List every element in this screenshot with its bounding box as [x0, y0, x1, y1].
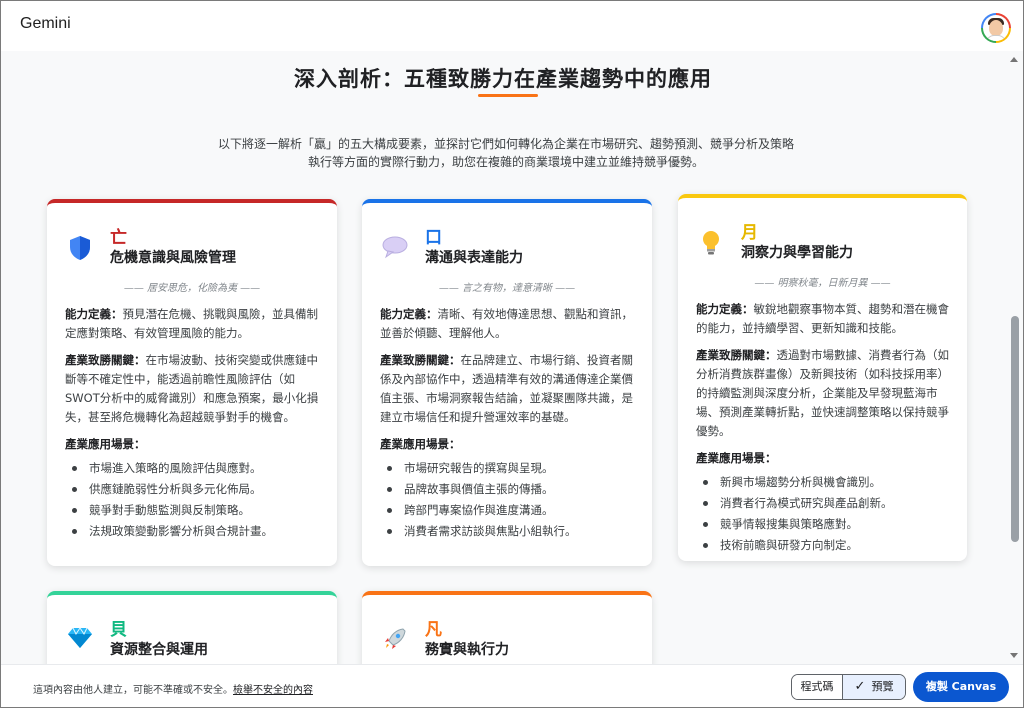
card-execution: 凡 務實與執行力 [362, 591, 652, 664]
list-item: 新興市場趨勢分析與機會識別。 [696, 472, 951, 493]
card-scenario-label: 產業應用場景： [380, 437, 461, 451]
card-char: 凡 [425, 620, 442, 640]
card-title: 溝通與表達能力 [425, 250, 523, 266]
card-definition: 能力定義：預見潛在危機、挑戰與風險，並具備制定應對策略、有效管理風險的能力。 [65, 307, 318, 340]
card-key: 產業致勝關鍵：在品牌建立、市場行銷、投資者關係及內部協作中，透過精準有效的溝通傳… [380, 353, 633, 424]
card-key: 產業致勝關鍵：在市場波動、技術突變或供應鏈中斷等不確定性中，能透過前瞻性風險評估… [65, 353, 319, 424]
list-item: 市場進入策略的風險評估與應對。 [65, 458, 321, 479]
list-item: 消費者行為模式研究與產品創新。 [696, 493, 951, 514]
canvas-preview: 深入剖析：五種致勝力在產業趨勢中的應用 以下將逐一解析「贏」的五大構成要素，並探… [1, 51, 1023, 664]
card-title: 洞察力與學習能力 [741, 245, 853, 261]
scenario-list: 市場進入策略的風險評估與應對。 供應鏈脆弱性分析與多元化佈局。 競爭對手動態監測… [65, 458, 321, 542]
card-title: 務實與執行力 [425, 642, 509, 658]
list-item: 法規政策變動影響分析與合規計畫。 [65, 521, 321, 542]
view-toggle: 程式碼 ✓ 預覽 [791, 674, 906, 700]
list-item: 技術前瞻與研發方向制定。 [696, 535, 951, 556]
speech-bubble-icon [382, 235, 408, 261]
copy-canvas-button[interactable]: 複製 Canvas [913, 672, 1009, 702]
scenario-list: 市場研究報告的撰寫與呈現。 品牌故事與價值主張的傳播。 跨部門專案協作與進度溝通… [380, 458, 636, 542]
card-motto: —— 言之有物，達意清晰 —— [438, 283, 576, 294]
scroll-down-arrow-icon[interactable] [1010, 653, 1018, 658]
shield-icon [67, 235, 93, 261]
card-key: 產業致勝關鍵：透過對市場數據、消費者行為（如分析消費族群畫像）及新興技術（如科技… [696, 348, 949, 438]
app-brand[interactable]: Gemini [20, 15, 71, 33]
intro-text: 以下將逐一解析「贏」的五大構成要素，並探討它們如何轉化為企業在市場研究、趨勢預測… [217, 137, 794, 169]
bottom-bar: 這項內容由他人建立，可能不準確或不安全。檢舉不安全的內容 程式碼 ✓ 預覽 複製 … [1, 664, 1023, 707]
scrollbar[interactable] [1005, 51, 1023, 664]
lightbulb-icon [698, 230, 724, 256]
avatar[interactable] [981, 13, 1011, 43]
gem-icon [67, 627, 93, 653]
list-item: 供應鏈脆弱性分析與多元化佈局。 [65, 479, 321, 500]
card-title: 危機意識與風險管理 [110, 250, 236, 266]
list-item: 競爭對手動態監測與反制策略。 [65, 500, 321, 521]
scenario-list: 新興市場趨勢分析與機會識別。 消費者行為模式研究與產品創新。 競爭情報搜集與策略… [696, 472, 951, 556]
card-char: 貝 [110, 620, 127, 640]
card-title: 資源整合與運用 [110, 642, 208, 658]
report-link[interactable]: 檢舉不安全的內容 [233, 685, 313, 696]
top-bar: Gemini [1, 1, 1023, 51]
card-char: 口 [425, 228, 442, 248]
card-definition: 能力定義：清晰、有效地傳達思想、觀點和資訊，並善於傾聽、理解他人。 [380, 307, 633, 340]
card-char: 亡 [110, 228, 127, 248]
card-communication: 口 溝通與表達能力 —— 言之有物，達意清晰 —— 能力定義：清晰、有效地傳達思… [362, 199, 652, 566]
card-resource-integration: 貝 資源整合與運用 [47, 591, 337, 664]
code-tab[interactable]: 程式碼 [792, 675, 842, 699]
card-scenario-label: 產業應用場景： [65, 437, 146, 451]
scroll-thumb[interactable] [1011, 316, 1019, 542]
list-item: 競爭情報搜集與策略應對。 [696, 514, 951, 535]
section-title: 深入剖析：五種致勝力在產業趨勢中的應用 [294, 67, 712, 91]
list-item: 品牌故事與價值主張的傳播。 [380, 479, 636, 500]
title-underline [478, 94, 538, 97]
card-motto: —— 居安思危，化險為夷 —— [123, 283, 261, 294]
scroll-up-arrow-icon[interactable] [1010, 57, 1018, 62]
card-risk-management: 亡 危機意識與風險管理 —— 居安思危，化險為夷 —— 能力定義：預見潛在危機、… [47, 199, 337, 566]
preview-tab[interactable]: ✓ 預覽 [842, 675, 905, 699]
rocket-icon [382, 627, 408, 653]
card-scenario-label: 產業應用場景： [696, 451, 777, 465]
card-char: 月 [741, 223, 758, 243]
card-definition: 能力定義：敏銳地觀察事物本質、趨勢和潛在機會的能力，並持續學習、更新知識和技能。 [696, 302, 949, 335]
list-item: 消費者需求訪談與焦點小組執行。 [380, 521, 636, 542]
card-insight-learning: 月 洞察力與學習能力 —— 明察秋毫，日新月異 —— 能力定義：敏銳地觀察事物本… [678, 194, 967, 561]
list-item: 跨部門專案協作與進度溝通。 [380, 500, 636, 521]
card-motto: —— 明察秋毫，日新月異 —— [754, 278, 891, 289]
check-icon: ✓ [854, 679, 866, 694]
disclaimer: 這項內容由他人建立，可能不準確或不安全。檢舉不安全的內容 [33, 685, 313, 696]
list-item: 市場研究報告的撰寫與呈現。 [380, 458, 636, 479]
